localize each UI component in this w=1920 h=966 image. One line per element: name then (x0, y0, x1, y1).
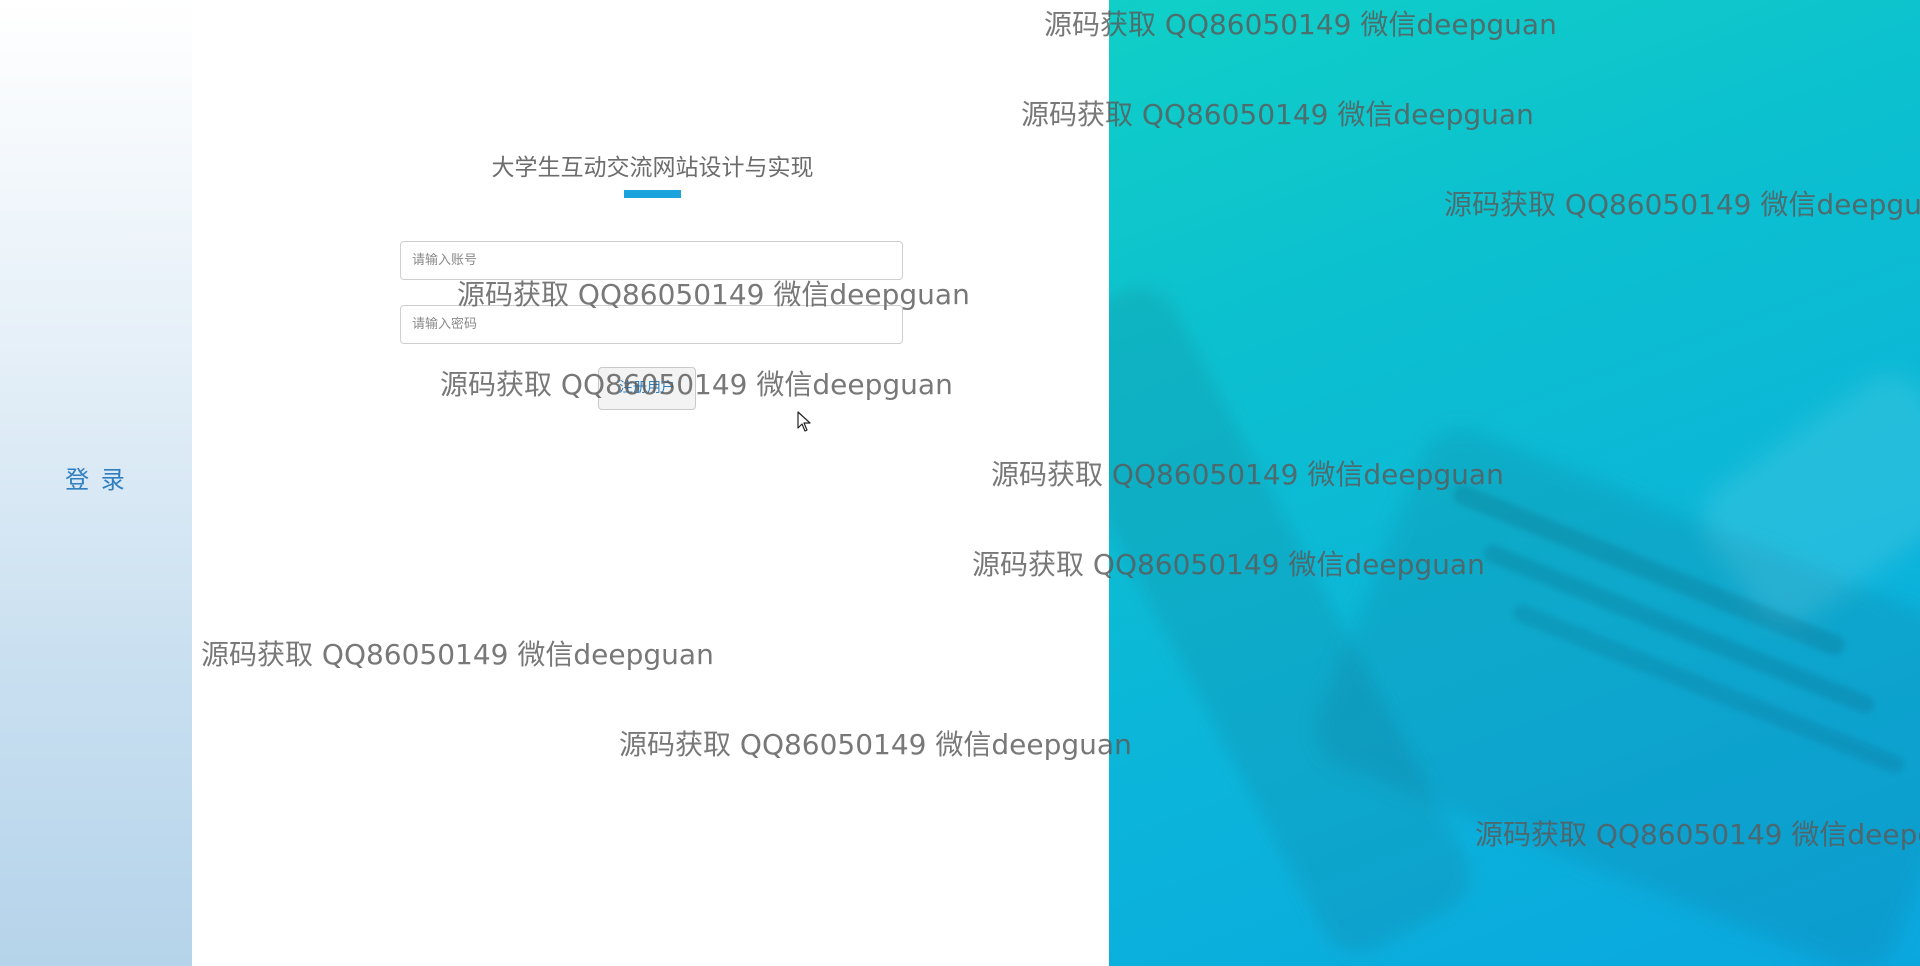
register-button[interactable]: 注册用户 (598, 367, 696, 410)
account-input[interactable] (400, 241, 903, 280)
title-underline (624, 190, 681, 198)
mouse-cursor-icon (797, 411, 811, 432)
password-input[interactable] (400, 305, 903, 344)
login-panel (192, 0, 1109, 966)
sidebar: 登 录 (0, 0, 192, 966)
sidebar-item-login[interactable]: 登 录 (0, 460, 192, 495)
hero-image-laptop (1109, 0, 1920, 966)
page-title: 大学生互动交流网站设计与实现 (491, 155, 814, 181)
